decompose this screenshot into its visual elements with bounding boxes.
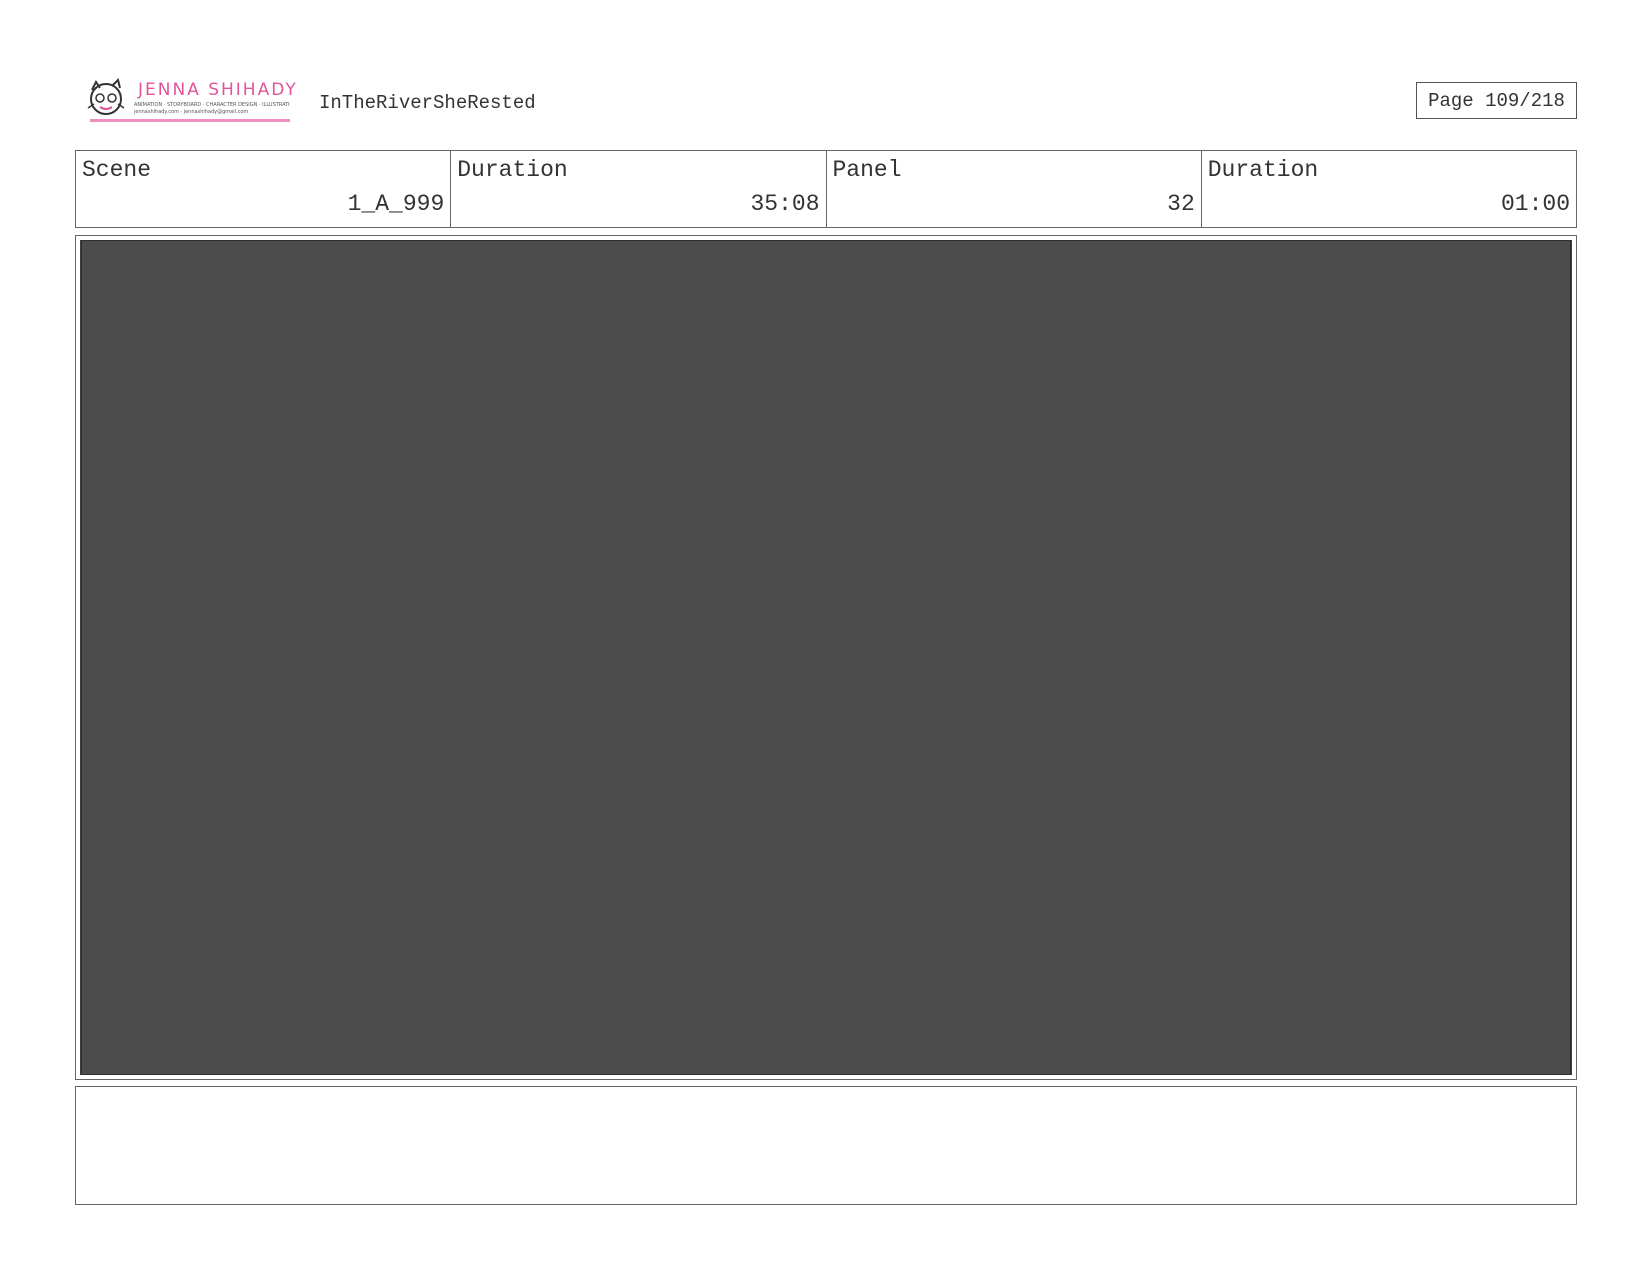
panel-value: 32 (1167, 191, 1195, 217)
storyboard-frame (75, 235, 1577, 1080)
panel-cell: Panel 32 (827, 151, 1202, 227)
scene-duration-label: Duration (457, 157, 568, 183)
logo-contact: jennashihady.com · jennashihady@gmail.co… (134, 109, 249, 115)
notes-box[interactable] (75, 1086, 1577, 1205)
panel-duration-value: 01:00 (1500, 191, 1570, 217)
scene-label: Scene (82, 157, 152, 183)
panel-duration-label: Duration (1207, 157, 1319, 183)
scene-cell: Scene 1_A_999 (76, 151, 452, 227)
logo-underline (90, 119, 290, 122)
scene-duration-value: 35:08 (750, 191, 820, 217)
page-number: Page 109/218 (1416, 82, 1577, 119)
logo-title: JENNA SHIHADY (138, 80, 298, 100)
logo-tagline: ANIMATION · STORYBOARD · CHARACTER DESIG… (134, 102, 290, 108)
frame-image (81, 240, 1571, 1075)
scene-info-table: Scene 1_A_999 Duration 35:08 Panel 32 Du… (75, 150, 1577, 228)
character-face-icon (87, 78, 125, 115)
scene-value: 1_A_999 (347, 191, 445, 217)
panel-label: Panel (832, 157, 902, 183)
scene-duration-cell: Duration 35:08 (451, 151, 827, 227)
panel-duration-cell: Duration 01:00 (1202, 151, 1576, 227)
logo: JENNA SHIHADY ANIMATION · STORYBOARD · C… (84, 76, 296, 124)
project-title: InTheRiverSheRested (319, 92, 536, 114)
